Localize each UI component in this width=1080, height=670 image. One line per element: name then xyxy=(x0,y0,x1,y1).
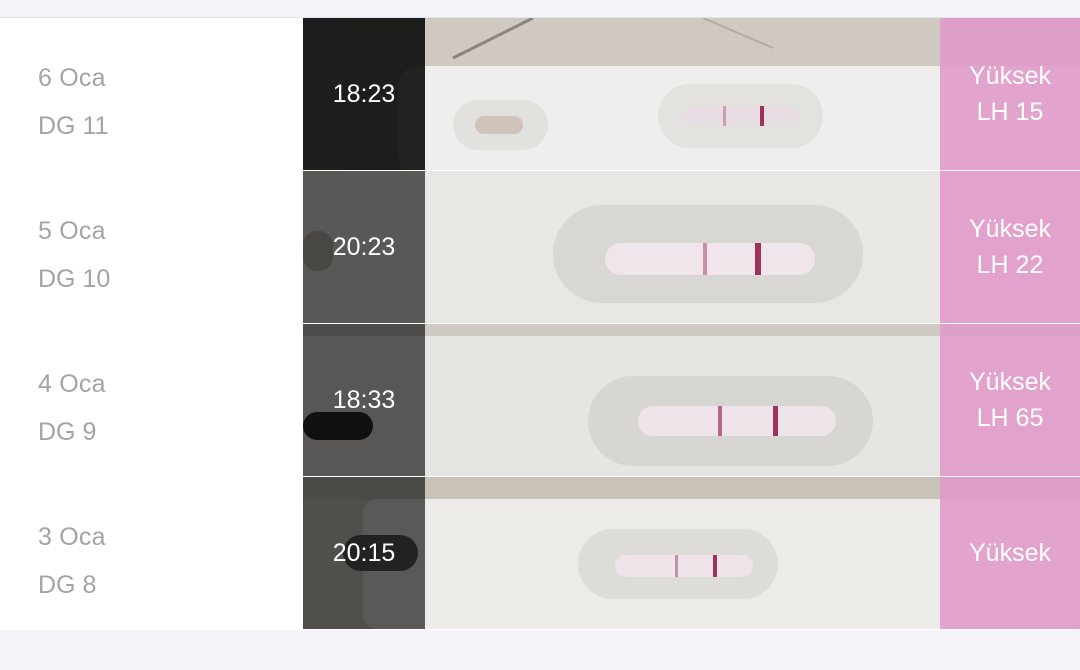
cycle-day: DG 9 xyxy=(38,418,97,446)
date-column: 3 Oca DG 8 xyxy=(0,477,303,629)
time-overlay: 18:23 xyxy=(303,18,425,170)
result-level: Yüksek xyxy=(969,368,1051,396)
test-date: 6 Oca xyxy=(38,64,106,92)
test-strip-photo[interactable]: 20:15 Yüksek xyxy=(303,477,1080,629)
lh-value: LH 22 xyxy=(976,251,1044,279)
test-result-row[interactable]: 6 Oca DG 11 18:23 Yüksek LH 15 xyxy=(0,18,1080,170)
result-level: Yüksek xyxy=(969,215,1051,243)
test-time: 18:33 xyxy=(332,386,396,414)
result-level: Yüksek xyxy=(969,539,1051,567)
date-column: 5 Oca DG 10 xyxy=(0,171,303,323)
test-result-row[interactable]: 3 Oca DG 8 20:15 Yüksek xyxy=(0,477,1080,629)
test-time: 20:15 xyxy=(332,539,396,567)
time-overlay: 20:23 xyxy=(303,171,425,323)
time-overlay: 18:33 xyxy=(303,324,425,476)
test-result-row[interactable]: 4 Oca DG 9 18:33 Yüksek LH 65 xyxy=(0,324,1080,476)
result-level: Yüksek xyxy=(969,62,1051,90)
date-column: 6 Oca DG 11 xyxy=(0,18,303,170)
result-badge: Yüksek LH 22 xyxy=(940,171,1080,323)
test-date: 5 Oca xyxy=(38,217,106,245)
test-date: 4 Oca xyxy=(38,370,106,398)
result-badge: Yüksek LH 15 xyxy=(940,18,1080,170)
date-column: 4 Oca DG 9 xyxy=(0,324,303,476)
lh-value: LH 15 xyxy=(976,98,1044,126)
time-overlay: 20:15 xyxy=(303,477,425,629)
cycle-day: DG 8 xyxy=(38,571,97,599)
cycle-day: DG 10 xyxy=(38,265,111,293)
test-result-row[interactable]: 5 Oca DG 10 20:23 Yüksek LH 22 xyxy=(0,171,1080,323)
test-date: 3 Oca xyxy=(38,523,106,551)
result-badge: Yüksek xyxy=(940,477,1080,629)
lh-value: LH 65 xyxy=(976,404,1044,432)
ovulation-test-history-screen: 6 Oca DG 11 18:23 Yüksek LH 15 5 Oca DG … xyxy=(0,0,1080,670)
test-time: 20:23 xyxy=(332,233,396,261)
test-time: 18:23 xyxy=(332,80,396,108)
result-badge: Yüksek LH 65 xyxy=(940,324,1080,476)
test-strip-photo[interactable]: 20:23 Yüksek LH 22 xyxy=(303,171,1080,323)
test-strip-photo[interactable]: 18:23 Yüksek LH 15 xyxy=(303,18,1080,170)
test-results-list: 6 Oca DG 11 18:23 Yüksek LH 15 5 Oca DG … xyxy=(0,17,1080,630)
test-strip-photo[interactable]: 18:33 Yüksek LH 65 xyxy=(303,324,1080,476)
cycle-day: DG 11 xyxy=(38,112,109,140)
